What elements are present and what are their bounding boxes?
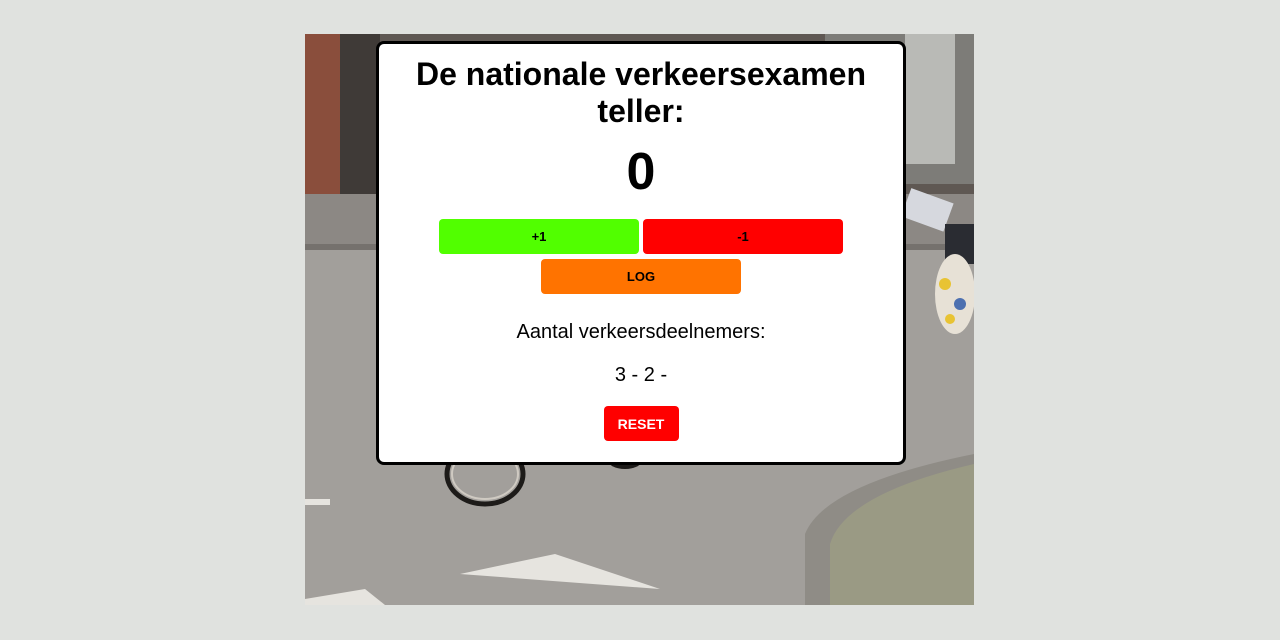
- log-button[interactable]: LOG: [541, 259, 741, 294]
- logged-values: 3 - 2 -: [614, 364, 668, 386]
- reset-button-row: RESET: [379, 406, 903, 441]
- log-button-row: LOG: [379, 254, 903, 294]
- reset-button[interactable]: RESET: [603, 406, 679, 441]
- participants-label: Aantal verkeersdeelnemers:: [516, 321, 766, 343]
- counter-card: De nationale verkeersexamen teller: 0 +1…: [376, 41, 906, 465]
- decrement-button[interactable]: -1: [643, 219, 843, 254]
- counter-value: 0: [626, 143, 656, 201]
- increment-button[interactable]: +1: [439, 219, 639, 254]
- increment-button-row: +1 -1: [379, 219, 903, 254]
- page-title: De nationale verkeersexamen teller:: [415, 56, 867, 129]
